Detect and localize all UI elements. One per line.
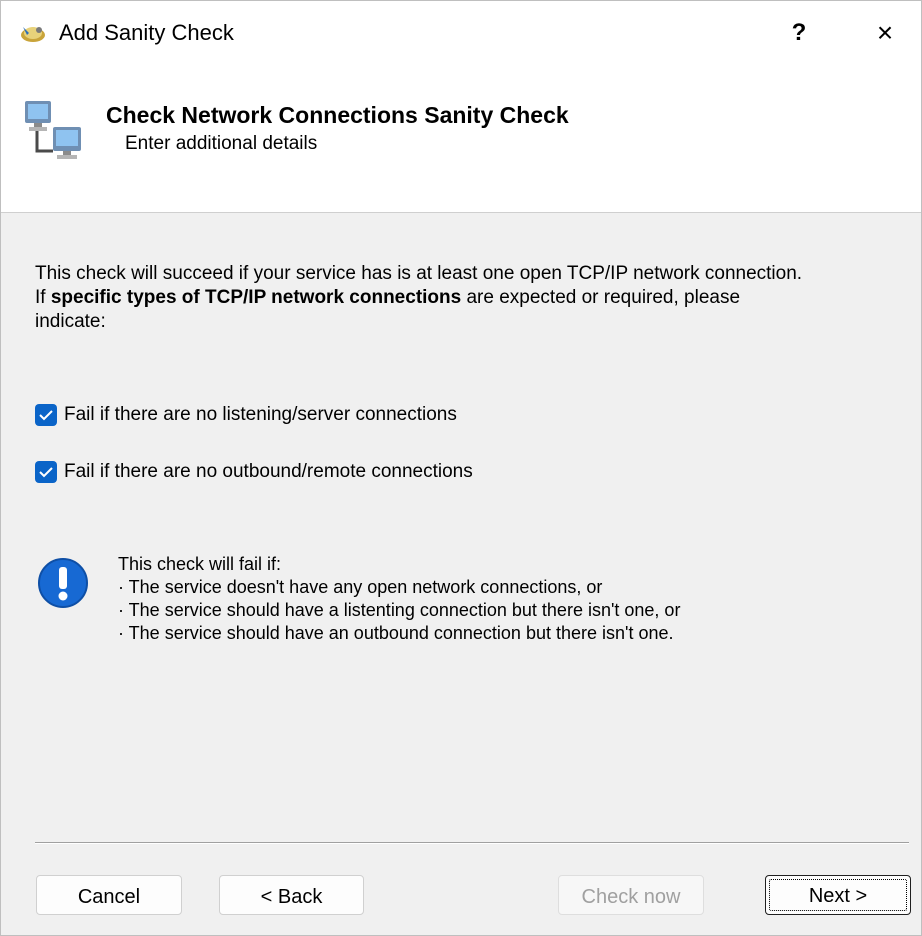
title-bar: Add Sanity Check ? × <box>1 1 921 63</box>
check-now-button[interactable]: Check now <box>558 875 704 915</box>
dialog-window: Add Sanity Check ? × Check Network Conne… <box>0 0 922 936</box>
checkbox-label[interactable]: Fail if there are no listening/server co… <box>64 403 457 427</box>
wizard-header: Add Sanity Check ? × Check Network Conne… <box>1 1 921 213</box>
description-line-1: This check will succeed if your service … <box>35 263 803 284</box>
checkbox-label[interactable]: Fail if there are no outbound/remote con… <box>64 460 473 484</box>
description-emphasis: specific types of TCP/IP network connect… <box>50 287 462 308</box>
next-button-label[interactable]: Next > <box>769 879 907 911</box>
next-button[interactable]: Next > <box>765 875 911 915</box>
info-bullet: · The service doesn't have any open netw… <box>118 577 603 597</box>
page-subtitle: Enter additional details <box>125 133 318 154</box>
description-text: This check will succeed if your service … <box>35 262 900 334</box>
info-bullet: · The service should have an outbound co… <box>118 623 674 643</box>
description-line-3: indicate: <box>35 311 106 332</box>
checkbox-checked[interactable] <box>35 404 57 426</box>
checkbox-checked[interactable] <box>35 461 57 483</box>
footer-separator <box>35 842 909 844</box>
cancel-button[interactable]: Cancel <box>36 875 182 915</box>
description-line-2-prefix: If <box>35 287 51 308</box>
exclamation-info-icon <box>37 557 89 609</box>
checkmark-icon <box>39 410 53 421</box>
description-line-2: If specific types of TCP/IP network conn… <box>35 286 900 310</box>
back-button[interactable]: < Back <box>219 875 364 915</box>
network-computers-icon <box>23 99 87 163</box>
checkmark-icon <box>39 467 53 478</box>
window-title: Add Sanity Check <box>59 20 234 45</box>
info-heading: This check will fail if: <box>118 554 282 574</box>
app-icon <box>19 21 47 45</box>
help-button[interactable]: ? <box>777 13 821 53</box>
page-title: Check Network Connections Sanity Check <box>106 102 569 128</box>
info-message: This check will fail if: · The service d… <box>118 553 680 645</box>
close-button[interactable]: × <box>863 13 907 53</box>
info-bullet: · The service should have a listenting c… <box>118 600 681 620</box>
description-line-2-suffix: are expected or required, please <box>461 287 741 308</box>
